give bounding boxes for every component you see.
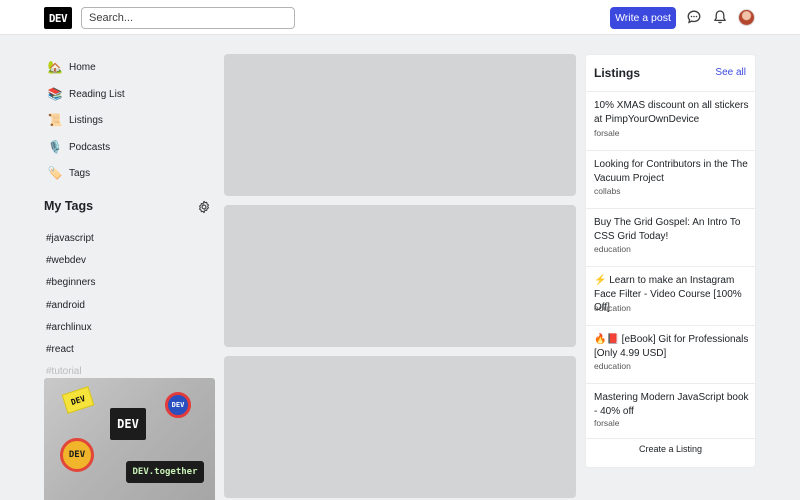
nav-item-tags[interactable]: 🏷️ Tags — [44, 162, 214, 184]
see-all-link[interactable]: See all — [715, 67, 746, 78]
tag-link-faded[interactable]: #tutorial — [46, 366, 82, 377]
listing-category: collabs — [594, 186, 621, 196]
listings-title: Listings — [594, 66, 641, 80]
listing-title: 🔥📕 [eBook] Git for Professionals [Only 4… — [594, 334, 749, 359]
tag-link[interactable]: #webdev — [46, 255, 86, 266]
feed-card-placeholder[interactable] — [224, 54, 576, 196]
listing-item[interactable]: Looking for Contributors in the The Vacu… — [586, 151, 755, 209]
listing-title: Mastering Modern JavaScript book - 40% o… — [594, 392, 749, 417]
listing-category: education — [594, 303, 631, 313]
user-avatar[interactable] — [738, 9, 755, 26]
round-dev-sticker: DEV — [60, 438, 94, 472]
scroll-icon: 📜 — [47, 113, 63, 127]
listing-category: forsale — [594, 128, 620, 138]
listing-category: education — [594, 244, 631, 254]
tag-link[interactable]: #beginners — [46, 277, 95, 288]
blue-dev-badge-sticker: DEV — [165, 392, 191, 418]
dev-together-sticker: DEV.together — [126, 461, 204, 483]
write-post-button[interactable]: Write a post — [610, 7, 676, 29]
sticker-banner-image[interactable]: DEV DEV DEV DEV DEV.together — [44, 378, 215, 500]
search-input[interactable] — [81, 7, 295, 29]
nav-item-label: Home — [69, 61, 96, 73]
nav-item-listings[interactable]: 📜 Listings — [44, 109, 214, 131]
listing-item[interactable]: ⚡ Learn to make an Instagram Face Filter… — [586, 267, 755, 326]
listing-item[interactable]: 10% XMAS discount on all stickers at Pim… — [586, 92, 755, 151]
microphone-icon: 🎙️ — [47, 140, 63, 154]
nav-item-label: Reading List — [69, 88, 125, 100]
nav-item-reading-list[interactable]: 📚 Reading List — [44, 83, 214, 105]
chat-icon[interactable] — [686, 9, 702, 25]
tag-link[interactable]: #android — [46, 300, 85, 311]
yellow-dev-sticker: DEV — [61, 386, 95, 414]
house-icon: 🏡 — [47, 60, 63, 74]
tag-icon: 🏷️ — [47, 166, 63, 180]
listing-category: forsale — [594, 418, 620, 428]
feed-card-placeholder[interactable] — [224, 205, 576, 347]
tag-link[interactable]: #react — [46, 344, 74, 355]
listing-item[interactable]: 🔥📕 [eBook] Git for Professionals [Only 4… — [586, 326, 755, 384]
listings-header: Listings See all — [586, 55, 755, 92]
nav-item-label: Tags — [69, 167, 91, 179]
nav-item-home[interactable]: 🏡 Home — [44, 56, 214, 78]
top-header: DEV Write a post — [0, 0, 800, 35]
nav-item-podcasts[interactable]: 🎙️ Podcasts — [44, 136, 214, 158]
my-tags-heading: My Tags — [44, 199, 94, 213]
gear-icon[interactable] — [197, 200, 211, 214]
listings-widget: Listings See all 10% XMAS discount on al… — [585, 54, 756, 468]
listing-title: 10% XMAS discount on all stickers at Pim… — [594, 100, 749, 125]
feed-card-placeholder[interactable] — [224, 356, 576, 498]
tag-link[interactable]: #archlinux — [46, 322, 92, 333]
listing-category: education — [594, 361, 631, 371]
listing-title: Looking for Contributors in the The Vacu… — [594, 159, 748, 184]
listing-item[interactable]: Mastering Modern JavaScript book - 40% o… — [586, 384, 755, 439]
books-icon: 📚 — [47, 87, 63, 101]
nav-item-label: Podcasts — [69, 141, 111, 153]
listing-title: Buy The Grid Gospel: An Intro To CSS Gri… — [594, 217, 741, 242]
nav-item-label: Listings — [69, 114, 103, 126]
listing-item[interactable]: Buy The Grid Gospel: An Intro To CSS Gri… — [586, 209, 755, 267]
dev-logo[interactable]: DEV — [44, 7, 72, 29]
bell-icon[interactable] — [712, 9, 728, 25]
tag-link[interactable]: #javascript — [46, 233, 94, 244]
create-listing-link[interactable]: Create a Listing — [586, 444, 755, 454]
black-dev-sticker: DEV — [110, 408, 146, 440]
